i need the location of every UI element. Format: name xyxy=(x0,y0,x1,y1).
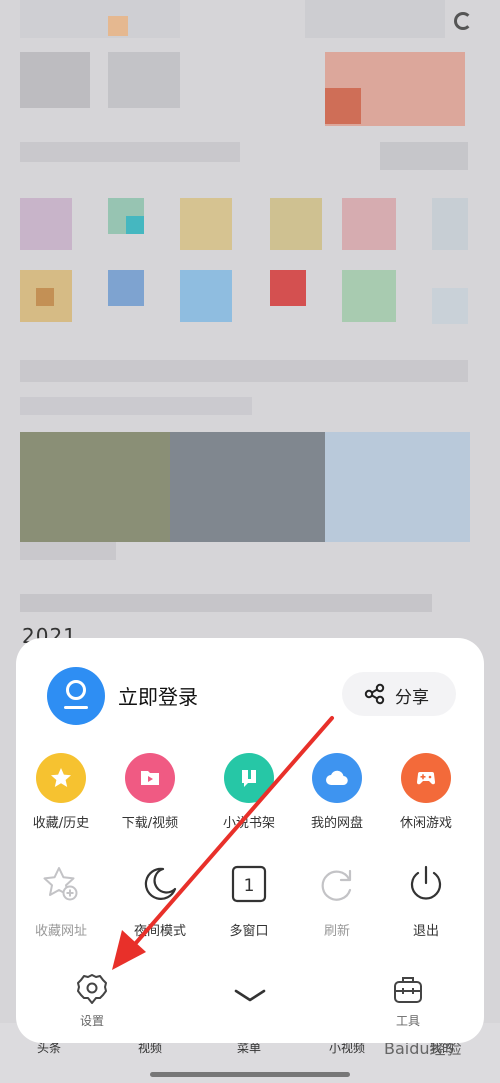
red-annotation-arrow xyxy=(112,716,334,970)
